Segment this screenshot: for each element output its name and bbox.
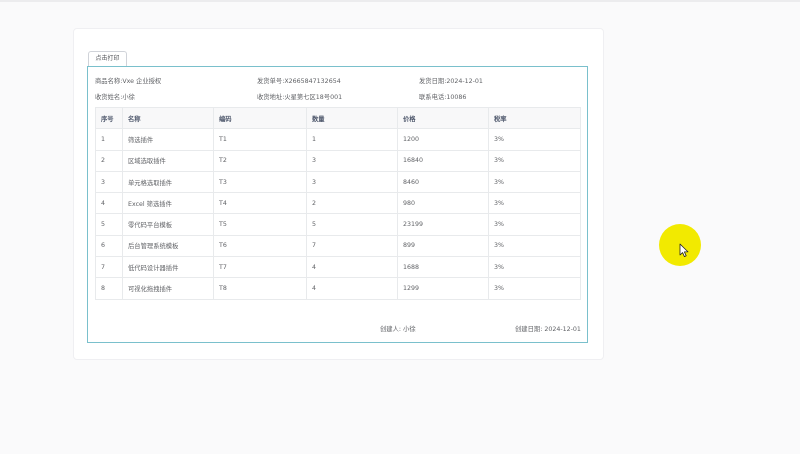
footer-created-date: 创建日期: 2024-12-01 bbox=[515, 324, 581, 333]
cell-tax: 3% bbox=[488, 234, 581, 258]
header-cell-quantity: 数量 bbox=[306, 106, 398, 130]
cell-code: T3 bbox=[213, 170, 307, 194]
mouse-pointer-icon bbox=[679, 243, 689, 257]
info-receiver-address: 收货地址:火星第七区18号001 bbox=[257, 92, 342, 101]
header-cell-code: 编码 bbox=[213, 106, 307, 130]
footer-creator-value: 小徐 bbox=[403, 326, 416, 333]
info-label: 收货姓名: bbox=[95, 94, 123, 101]
cell-tax: 3% bbox=[488, 213, 581, 236]
footer-creator-label: 创建人: bbox=[380, 326, 402, 333]
cell-code: T6 bbox=[213, 234, 307, 258]
info-receiver-name: 收货姓名:小徐 bbox=[95, 92, 135, 101]
cell-code: T8 bbox=[213, 277, 307, 300]
footer-date-label: 创建日期: bbox=[515, 326, 543, 333]
header-cell-name: 名称 bbox=[122, 106, 214, 130]
cell-code: T2 bbox=[213, 149, 307, 172]
cell-name: 低代码设计器插件 bbox=[122, 256, 214, 279]
info-label: 联系电话: bbox=[419, 94, 447, 101]
cell-name: 零代码平台模板 bbox=[122, 213, 214, 236]
info-value: 小徐 bbox=[122, 94, 135, 101]
cell-code: T7 bbox=[213, 256, 307, 279]
cell-index: 8 bbox=[95, 277, 123, 300]
info-label: 发货单号: bbox=[257, 78, 285, 85]
cell-quantity: 5 bbox=[306, 213, 398, 236]
cell-quantity: 4 bbox=[306, 256, 398, 279]
info-shipment-no: 发货单号:X2665847132654 bbox=[257, 76, 341, 85]
cell-price: 16840 bbox=[397, 149, 489, 172]
cell-quantity: 3 bbox=[306, 170, 398, 194]
cell-code: T4 bbox=[213, 192, 307, 215]
table-row: 4 Excel 筛选插件 T4 2 980 3% bbox=[95, 192, 581, 215]
cell-price: 980 bbox=[397, 192, 489, 215]
cell-index: 2 bbox=[95, 149, 123, 172]
info-value: Vxe 企业授权 bbox=[122, 78, 162, 85]
cell-name: 后台管理系统模板 bbox=[122, 234, 214, 258]
cell-index: 6 bbox=[95, 234, 123, 258]
info-label: 发货日期: bbox=[419, 78, 447, 85]
table-row: 3 单元格选取插件 T3 3 8460 3% bbox=[95, 170, 581, 194]
cell-name: 可视化拖拽插件 bbox=[122, 277, 214, 300]
cell-quantity: 7 bbox=[306, 234, 398, 258]
cell-name: Excel 筛选插件 bbox=[122, 192, 214, 215]
footer-date-value: 2024-12-01 bbox=[544, 326, 581, 333]
info-phone: 联系电话:10086 bbox=[419, 92, 466, 101]
info-value: 2024-12-01 bbox=[446, 78, 483, 85]
header-cell-tax: 税率 bbox=[488, 106, 581, 130]
info-value: 10086 bbox=[446, 94, 467, 101]
cell-price: 23199 bbox=[397, 213, 489, 236]
cell-quantity: 2 bbox=[306, 192, 398, 215]
info-product-name: 商品名称:Vxe 企业授权 bbox=[95, 76, 161, 85]
cell-index: 1 bbox=[95, 128, 123, 151]
info-label: 收货地址: bbox=[257, 94, 285, 101]
table-row: 1 筛选插件 T1 1 1200 3% bbox=[95, 128, 581, 151]
cell-index: 4 bbox=[95, 192, 123, 215]
header-cell-index: 序号 bbox=[95, 106, 123, 130]
cell-name: 区域选取插件 bbox=[122, 149, 214, 172]
print-button[interactable]: 点击打印 bbox=[88, 51, 127, 66]
cell-tax: 3% bbox=[488, 170, 581, 194]
cell-tax: 3% bbox=[488, 128, 581, 151]
cell-price: 1688 bbox=[397, 256, 489, 279]
table-row: 8 可视化拖拽插件 T8 4 1299 3% bbox=[95, 277, 581, 300]
cell-price: 1200 bbox=[397, 128, 489, 151]
table-row: 5 零代码平台模板 T5 5 23199 3% bbox=[95, 213, 581, 236]
cell-name: 单元格选取插件 bbox=[122, 170, 214, 194]
info-ship-date: 发货日期:2024-12-01 bbox=[419, 76, 483, 85]
table-row: 7 低代码设计器插件 T7 4 1688 3% bbox=[95, 256, 581, 279]
info-value: X2665847132654 bbox=[284, 78, 341, 85]
cell-tax: 3% bbox=[488, 256, 581, 279]
header-cell-price: 价格 bbox=[397, 106, 489, 130]
cell-tax: 3% bbox=[488, 277, 581, 300]
cell-quantity: 3 bbox=[306, 149, 398, 172]
cell-quantity: 1 bbox=[306, 128, 398, 151]
goods-table: 序号 名称 编码 数量 价格 税率 1 筛选插件 T1 1 1200 3% 2 … bbox=[95, 106, 581, 300]
table-row: 2 区域选取插件 T2 3 16840 3% bbox=[95, 149, 581, 172]
table-header-row: 序号 名称 编码 数量 价格 税率 bbox=[95, 106, 581, 130]
cell-price: 899 bbox=[397, 234, 489, 258]
cell-index: 7 bbox=[95, 256, 123, 279]
table-row: 6 后台管理系统模板 T6 7 899 3% bbox=[95, 234, 581, 258]
footer-creator: 创建人: 小徐 bbox=[380, 324, 416, 333]
info-value: 火星第七区18号001 bbox=[284, 94, 343, 101]
cell-name: 筛选插件 bbox=[122, 128, 214, 151]
cell-code: T5 bbox=[213, 213, 307, 236]
cell-price: 8460 bbox=[397, 170, 489, 194]
cell-quantity: 4 bbox=[306, 277, 398, 300]
cell-index: 5 bbox=[95, 213, 123, 236]
cell-code: T1 bbox=[213, 128, 307, 151]
cell-index: 3 bbox=[95, 170, 123, 194]
cell-price: 1299 bbox=[397, 277, 489, 300]
info-label: 商品名称: bbox=[95, 78, 123, 85]
top-divider bbox=[0, 0, 800, 2]
cell-tax: 3% bbox=[488, 192, 581, 215]
cell-tax: 3% bbox=[488, 149, 581, 172]
